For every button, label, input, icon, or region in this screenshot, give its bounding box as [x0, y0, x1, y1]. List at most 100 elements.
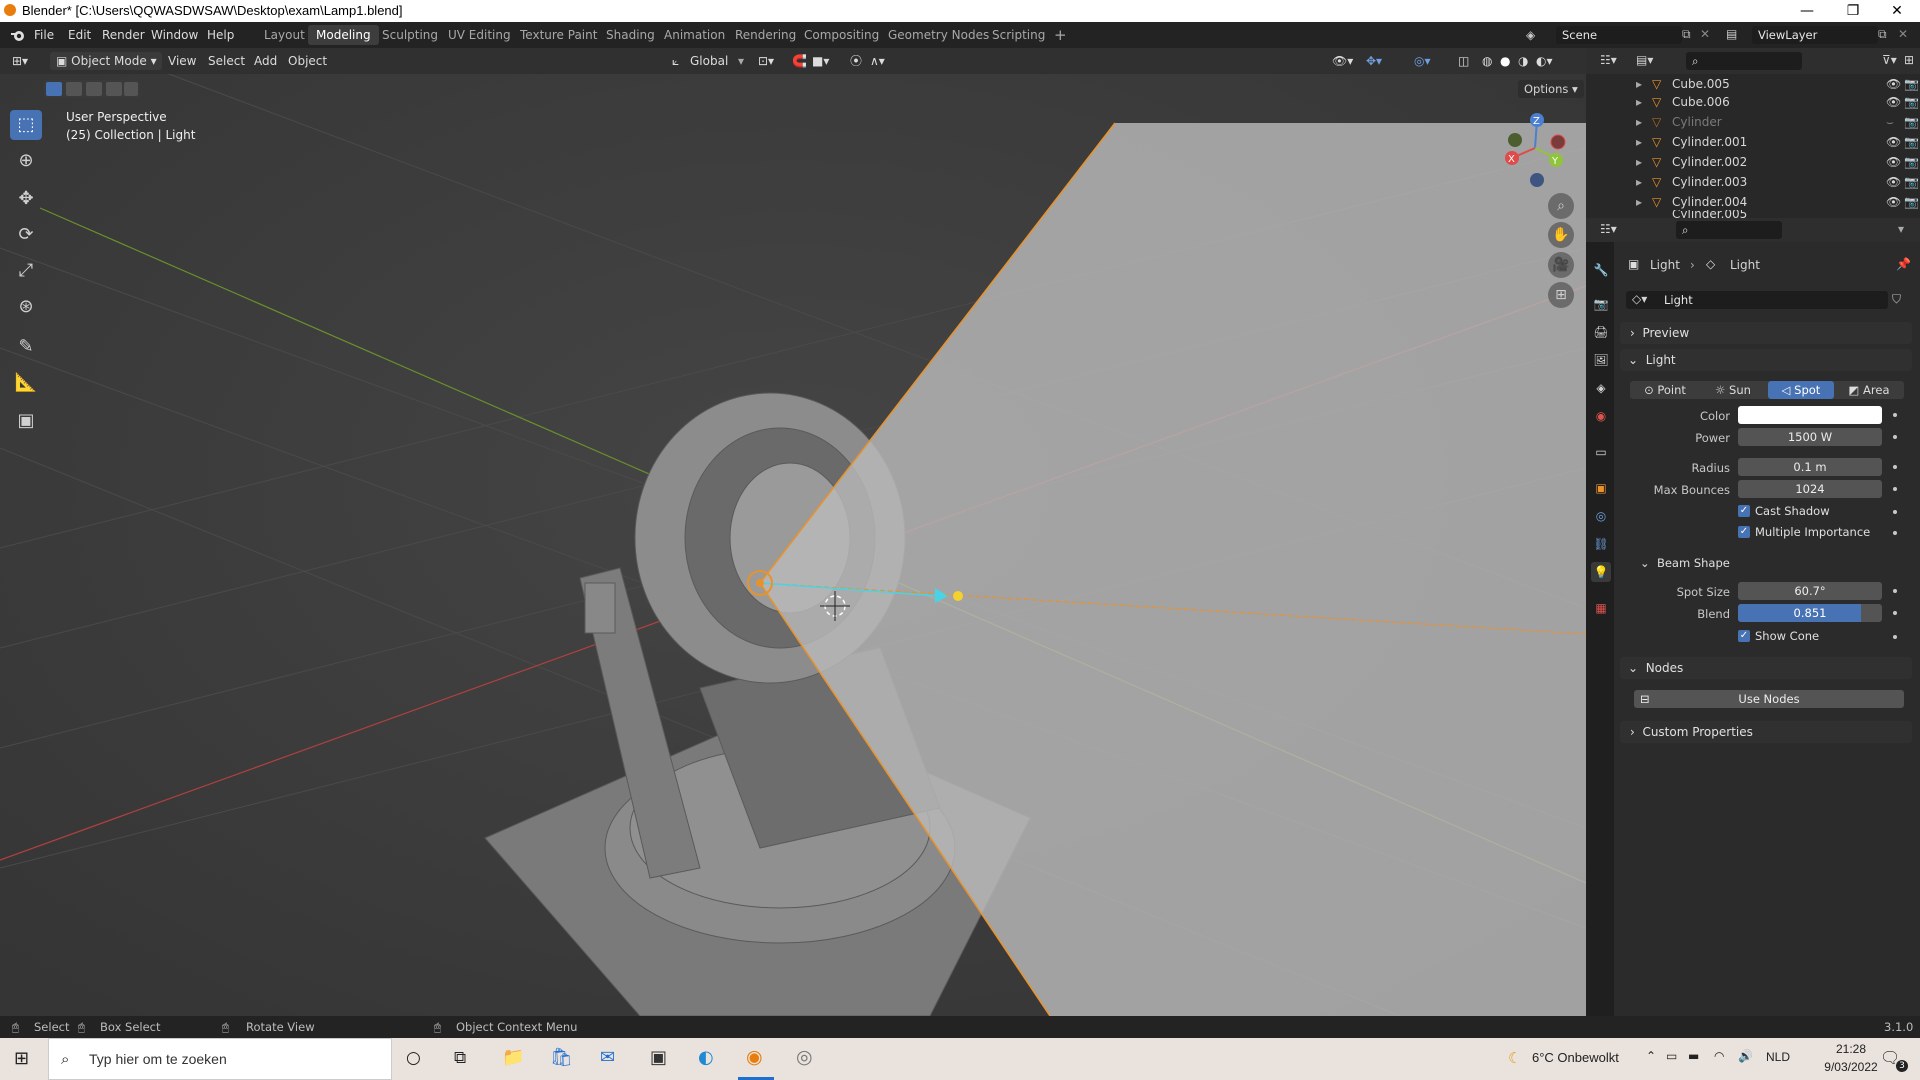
- proportional-edit-icon[interactable]: ⦿: [850, 52, 862, 70]
- eye-hidden-icon[interactable]: ⌣: [1886, 112, 1894, 132]
- viewlayer-field[interactable]: ViewLayer: [1752, 26, 1878, 44]
- physics-tab-icon[interactable]: ◎: [1591, 506, 1611, 526]
- light-panel-header[interactable]: ⌄ Light: [1620, 349, 1912, 371]
- new-collection-icon[interactable]: ⊞: [1904, 53, 1914, 67]
- measure-tool[interactable]: 📐: [10, 368, 42, 398]
- transform-tool[interactable]: ⊛: [10, 292, 42, 322]
- 3d-viewport[interactable]: [0, 48, 1586, 1016]
- delete-scene-icon[interactable]: ✕: [1700, 27, 1710, 41]
- select-difference-icon[interactable]: [106, 82, 122, 96]
- eye-icon[interactable]: 👁: [1886, 172, 1901, 192]
- constraints-tab-icon[interactable]: ⛓: [1591, 534, 1611, 554]
- outliner-search-input[interactable]: ⌕: [1686, 52, 1802, 70]
- properties-editor-icon[interactable]: ☷▾: [1600, 222, 1617, 236]
- battery-icon[interactable]: ▬: [1688, 1049, 1699, 1063]
- outliner-row[interactable]: ▸ ▽ Cube.005 👁 📷: [1586, 74, 1920, 94]
- tab-geometry-nodes[interactable]: Geometry Nodes: [880, 25, 997, 45]
- cortana-icon[interactable]: ○: [406, 1048, 421, 1068]
- pivot-icon[interactable]: ⊡▾: [758, 52, 774, 70]
- keyframe-dot-icon[interactable]: [1893, 589, 1897, 593]
- add-cube-tool[interactable]: ▣: [10, 406, 42, 436]
- blender-menu-icon[interactable]: [10, 28, 26, 42]
- eye-icon[interactable]: 👁: [1886, 132, 1901, 152]
- camera-icon[interactable]: 📷: [1904, 192, 1919, 212]
- navigation-gizmo[interactable]: Z Y X: [1500, 108, 1570, 188]
- camera-icon[interactable]: 📷: [1904, 92, 1919, 112]
- material-shading-icon[interactable]: ◑: [1518, 52, 1528, 70]
- radius-field[interactable]: 0.1 m: [1738, 458, 1882, 476]
- use-nodes-button[interactable]: ⊟ Use Nodes: [1634, 690, 1904, 708]
- select-box-tool[interactable]: ⬚: [10, 110, 42, 140]
- outliner-row[interactable]: ▸ ▽ Cylinder.002 👁 📷: [1586, 152, 1920, 172]
- clock-date[interactable]: 9/03/2022: [1818, 1060, 1884, 1074]
- multiple-importance-checkbox[interactable]: ✓: [1738, 526, 1750, 538]
- datablock-field[interactable]: ◇▾ Light: [1626, 291, 1888, 309]
- windows-start-icon[interactable]: ⊞: [14, 1048, 29, 1069]
- light-type-area-button[interactable]: ◩ Area: [1836, 381, 1902, 399]
- taskbar-search-input[interactable]: ⌕ Typ hier om te zoeken: [48, 1038, 392, 1080]
- keyframe-dot-icon[interactable]: [1893, 611, 1897, 615]
- beam-shape-subpanel-header[interactable]: ⌄ Beam Shape: [1640, 554, 1908, 572]
- pin-icon[interactable]: 📌: [1896, 257, 1911, 271]
- outliner-row[interactable]: ▸ ▽ Cylinder ⌣ 📷: [1586, 112, 1920, 132]
- keyframe-dot-icon[interactable]: [1893, 435, 1897, 439]
- delete-viewlayer-icon[interactable]: ✕: [1898, 27, 1908, 41]
- edge-icon[interactable]: ◐: [698, 1047, 714, 1068]
- keyframe-dot-icon[interactable]: [1893, 487, 1897, 491]
- keyframe-dot-icon[interactable]: [1893, 413, 1897, 417]
- output-tab-icon[interactable]: 🖨: [1591, 322, 1611, 342]
- minimize-button[interactable]: —: [1784, 0, 1830, 22]
- visibility-icon[interactable]: 👁▾: [1332, 52, 1353, 70]
- camera-view-icon[interactable]: 🎥: [1548, 252, 1574, 278]
- light-type-point-button[interactable]: ⊙ Point: [1632, 381, 1698, 399]
- keyframe-dot-icon[interactable]: [1893, 465, 1897, 469]
- maximize-button[interactable]: ❐: [1830, 0, 1876, 22]
- cursor-tool[interactable]: ⊕: [10, 146, 42, 176]
- eye-icon[interactable]: 👁: [1886, 92, 1901, 112]
- scale-tool[interactable]: ⤢: [10, 256, 42, 286]
- light-data-tab-icon[interactable]: 💡: [1591, 562, 1611, 582]
- menu-window[interactable]: Window: [151, 28, 198, 42]
- fake-user-shield-icon[interactable]: ⛉: [1892, 292, 1901, 307]
- menu-edit[interactable]: Edit: [68, 28, 91, 42]
- move-tool[interactable]: ✥: [10, 184, 42, 214]
- snap-icon[interactable]: 🧲: [792, 52, 807, 70]
- world-tab-icon[interactable]: ◉: [1591, 406, 1611, 426]
- blender-launcher-icon[interactable]: ◎: [796, 1046, 813, 1068]
- tab-uv-editing[interactable]: UV Editing: [440, 25, 519, 45]
- power-field[interactable]: 1500 W: [1738, 428, 1882, 446]
- select-intersect-icon[interactable]: [124, 82, 138, 96]
- scene-field[interactable]: Scene: [1556, 26, 1682, 44]
- display-mode-icon[interactable]: ▤▾: [1636, 53, 1653, 67]
- tab-compositing[interactable]: Compositing: [796, 25, 887, 45]
- language-indicator[interactable]: NLD: [1766, 1050, 1790, 1064]
- properties-chevron-icon[interactable]: ▾: [1898, 222, 1904, 236]
- show-cone-checkbox[interactable]: ✓: [1738, 630, 1750, 642]
- overlay-toggle-icon[interactable]: ◎▾: [1414, 52, 1431, 70]
- tab-layout[interactable]: Layout: [256, 25, 313, 45]
- tab-shading[interactable]: Shading: [598, 25, 663, 45]
- store-icon[interactable]: 🛍: [550, 1047, 573, 1068]
- xray-icon[interactable]: ◫: [1458, 52, 1469, 70]
- rotate-tool[interactable]: ⟳: [10, 220, 42, 250]
- select-subtract-icon[interactable]: [86, 82, 102, 96]
- light-type-spot-button[interactable]: ◁ Spot: [1768, 381, 1834, 399]
- tool-tab-icon[interactable]: 🔧: [1591, 260, 1611, 280]
- snap-target-icon[interactable]: ■▾: [812, 52, 829, 70]
- weather-text[interactable]: 6°C Onbewolkt: [1532, 1050, 1619, 1065]
- color-swatch[interactable]: [1738, 406, 1882, 424]
- mail-icon[interactable]: ✉: [600, 1047, 615, 1068]
- spot-size-field[interactable]: 60.7°: [1738, 582, 1882, 600]
- menu-render[interactable]: Render: [102, 28, 145, 42]
- cast-shadow-checkbox[interactable]: ✓: [1738, 505, 1750, 517]
- object-menu[interactable]: Object: [288, 52, 327, 70]
- options-dropdown[interactable]: Options ▾: [1518, 80, 1584, 98]
- wireframe-shading-icon[interactable]: ◍: [1482, 52, 1492, 70]
- select-new-icon[interactable]: [46, 82, 62, 96]
- task-view-icon[interactable]: ⧉: [454, 1048, 466, 1068]
- tab-rendering[interactable]: Rendering: [727, 25, 804, 45]
- new-scene-icon[interactable]: ⧉: [1682, 27, 1691, 42]
- select-menu[interactable]: Select: [208, 52, 245, 70]
- custom-properties-panel-header[interactable]: › Custom Properties: [1620, 721, 1912, 743]
- filter-icon[interactable]: ⊽▾: [1882, 53, 1897, 67]
